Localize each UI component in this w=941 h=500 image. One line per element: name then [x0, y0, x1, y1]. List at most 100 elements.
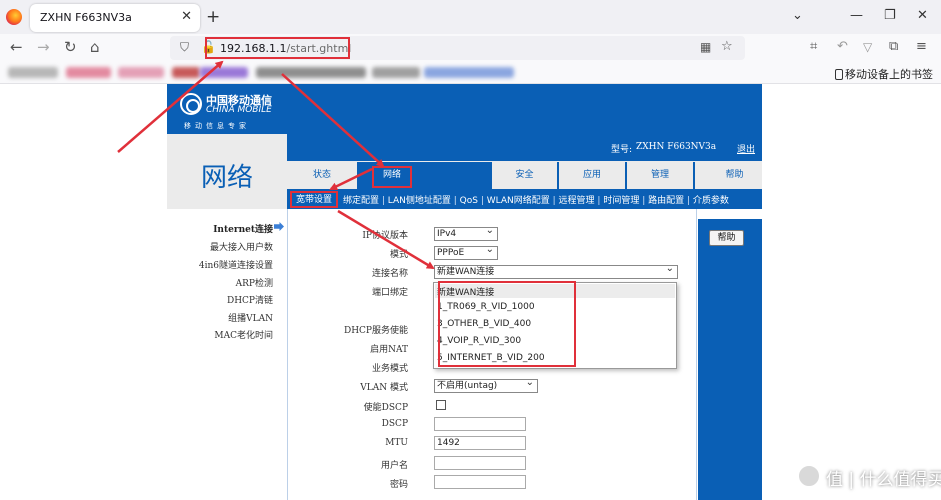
menu-icon[interactable]: ≡ [916, 39, 927, 55]
close-window-icon[interactable]: ✕ [917, 8, 928, 23]
pocket-icon[interactable]: ▽ [863, 39, 872, 55]
mtu-input[interactable]: 1492 [434, 436, 526, 450]
sub-tab-wlan[interactable]: WLAN网络配置 [487, 196, 550, 206]
back-icon[interactable]: ← [10, 39, 23, 55]
tab-title: ZXHN F663NV3a [40, 11, 132, 24]
list-tabs-icon[interactable]: ⌄ [792, 8, 803, 23]
blurred-bookmark[interactable] [66, 67, 111, 78]
network-tab-highlight-box [372, 166, 412, 188]
minimize-icon[interactable]: — [850, 8, 863, 23]
enable-dscp-checkbox[interactable] [436, 400, 446, 410]
sub-tab-lan[interactable]: LAN侧地址配置 [388, 196, 451, 206]
nat-enable-label: 启用NAT [370, 345, 408, 355]
port-binding-label: 端口绑定 [371, 288, 408, 298]
tab-help[interactable]: 帮助 [707, 162, 762, 189]
blurred-bookmark[interactable] [200, 67, 248, 78]
sub-tab-binding[interactable]: 绑定配置 [343, 196, 379, 206]
dhcp-enable-label: DHCP服务使能 [343, 326, 408, 336]
close-tab-icon[interactable]: ✕ [181, 9, 192, 24]
extensions-icon[interactable]: ⧉ [889, 39, 898, 55]
tab-security[interactable]: 安全 [492, 162, 557, 189]
menu-arp[interactable]: ARP检测 [236, 276, 273, 289]
undo-icon[interactable]: ↶ [837, 39, 848, 55]
watermark: 值 | 什么值得买 [793, 462, 941, 494]
dscp-input[interactable] [434, 417, 526, 431]
tab-management[interactable]: 管理 [627, 162, 693, 189]
sub-tab-media[interactable]: 介质参数 [693, 196, 729, 206]
logo-slogan: 移动信息专家 [184, 122, 250, 130]
mtu-label: MTU [385, 438, 408, 448]
menu-max-users[interactable]: 最大接入用户数 [210, 240, 273, 253]
blurred-bookmark[interactable] [424, 67, 514, 78]
header-banner: 中国移动通信 CHINA MOBILE 移动信息专家 [167, 84, 762, 134]
url-highlight-box [205, 37, 350, 59]
new-tab-icon[interactable]: + [206, 7, 220, 27]
model-value: ZXHN F663NV3a [636, 142, 717, 152]
bookmarks-bar: 移动设备上的书签 [0, 62, 941, 84]
arrow-right-icon [274, 222, 284, 231]
username-input[interactable] [434, 456, 526, 470]
browser-tab[interactable]: ZXHN F663NV3a ✕ [30, 4, 200, 32]
model-label: 型号: [611, 145, 633, 155]
logo-english-text: CHINA MOBILE [206, 105, 272, 115]
username-label: 用户名 [380, 461, 408, 471]
sub-tab-routing[interactable]: 路由配置 [648, 196, 684, 206]
dropdown-highlight-box [438, 281, 576, 367]
ip-version-select[interactable]: IPv4 [434, 225, 498, 241]
mode-select[interactable]: PPPoE [434, 244, 498, 260]
model-info-row: 型号: ZXHN F663NV3a 退出 [287, 134, 762, 161]
shield-icon[interactable]: ⛉ [180, 39, 189, 55]
menu-multicast-vlan[interactable]: 组播VLAN [228, 311, 273, 324]
left-menu: Internet连接 最大接入用户数 4in6隧道连接设置 ARP检测 DHCP… [167, 209, 287, 500]
mobile-bookmarks[interactable]: 移动设备上的书签 [835, 66, 933, 82]
router-admin-page: 中国移动通信 CHINA MOBILE 移动信息专家 网络 型号: ZXHN F… [167, 84, 762, 500]
tab-status[interactable]: 状态 [287, 162, 357, 189]
enable-dscp-label: 使能DSCP [363, 403, 408, 413]
vlan-mode-label: VLAN 模式 [360, 383, 408, 393]
firefox-icon[interactable] [6, 9, 22, 25]
crop-icon[interactable]: ⌗ [810, 39, 817, 55]
connection-name-dropdown: 新建WAN连接 1_TR069_R_VID_1000 3_OTHER_B_VID… [433, 281, 677, 369]
mobile-bookmarks-label: 移动设备上的书签 [845, 68, 933, 81]
sub-tab-list: 绑定配置 | LAN侧地址配置 | QoS | WLAN网络配置 | 远程管理 … [343, 196, 729, 206]
blurred-bookmark[interactable] [118, 67, 164, 78]
ip-version-label: IP协议版本 [362, 231, 408, 241]
forward-icon[interactable]: → [37, 39, 50, 55]
reload-icon[interactable]: ↻ [64, 39, 77, 55]
menu-dhcp[interactable]: DHCP清链 [227, 293, 273, 306]
sub-tabs: 宽带设置 绑定配置 | LAN侧地址配置 | QoS | WLAN网络配置 | … [287, 189, 762, 209]
help-button[interactable]: 帮助 [709, 230, 744, 246]
sub-tab-broadband[interactable]: 宽带设置 [290, 191, 338, 208]
browser-tab-bar: ZXHN F663NV3a ✕ + ⌄ — ❐ ✕ [0, 0, 941, 34]
password-input[interactable] [434, 475, 526, 489]
watermark-logo-icon [797, 464, 821, 488]
watermark-text: 值 | 什么值得买 [826, 470, 941, 490]
vlan-mode-select[interactable]: 不启用(untag) [434, 377, 538, 393]
mode-label: 模式 [389, 250, 408, 260]
qr-code-icon[interactable]: ▦ [700, 39, 711, 55]
sub-tab-time[interactable]: 时间管理 [603, 196, 639, 206]
menu-mac-aging[interactable]: MAC老化时间 [214, 328, 273, 341]
china-mobile-logo-icon [180, 93, 202, 115]
blurred-bookmark[interactable] [256, 67, 366, 78]
logout-link[interactable]: 退出 [737, 142, 755, 155]
menu-internet[interactable]: Internet连接 [213, 222, 273, 235]
dscp-label: DSCP [381, 419, 408, 429]
blurred-bookmark[interactable] [8, 67, 58, 78]
browser-nav-bar: ← → ↻ ⌂ ⛉ 🔓 192.168.1.1/start.ghtml ▦ ☆ … [0, 34, 941, 62]
china-mobile-logo: 中国移动通信 CHINA MOBILE 移动信息专家 [180, 91, 280, 131]
menu-4in6[interactable]: 4in6隧道连接设置 [199, 258, 273, 271]
wan-config-form: IP协议版本 IPv4 模式 PPPoE 连接名称 新建WAN连接 端口绑定 D… [287, 209, 697, 500]
connection-name-select[interactable]: 新建WAN连接 [434, 263, 678, 279]
help-panel: 帮助 [698, 219, 762, 500]
maximize-icon[interactable]: ❐ [884, 8, 896, 23]
home-icon[interactable]: ⌂ [90, 39, 100, 55]
password-label: 密码 [389, 480, 408, 490]
blurred-bookmark[interactable] [172, 67, 200, 78]
tab-application[interactable]: 应用 [559, 162, 625, 189]
blurred-bookmark[interactable] [372, 67, 420, 78]
sub-tab-remote[interactable]: 远程管理 [559, 196, 595, 206]
bookmark-star-icon[interactable]: ☆ [721, 39, 733, 55]
main-tabs: 状态 安全 应用 管理 诊断 [287, 162, 762, 189]
sub-tab-qos[interactable]: QoS [460, 196, 478, 206]
